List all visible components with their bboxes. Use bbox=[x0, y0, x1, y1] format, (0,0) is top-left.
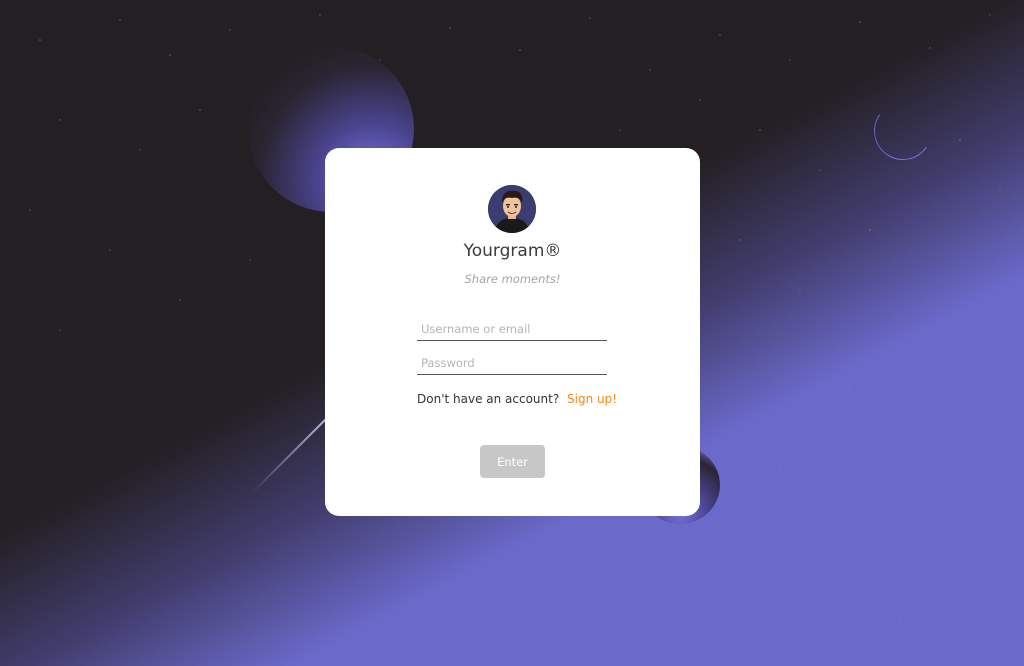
login-card: Yourgram® Share moments! Don't have an a… bbox=[325, 148, 700, 516]
avatar-icon bbox=[488, 185, 536, 233]
signup-prompt: Don't have an account? bbox=[417, 392, 560, 406]
app-title: Yourgram® bbox=[463, 241, 562, 261]
signup-row: Don't have an account? Sign up! bbox=[417, 392, 657, 406]
enter-button[interactable]: Enter bbox=[480, 445, 545, 478]
signup-link[interactable]: Sign up! bbox=[567, 392, 617, 406]
username-input[interactable] bbox=[417, 319, 607, 341]
app-tagline: Share moments! bbox=[464, 272, 561, 286]
password-input[interactable] bbox=[417, 353, 607, 375]
